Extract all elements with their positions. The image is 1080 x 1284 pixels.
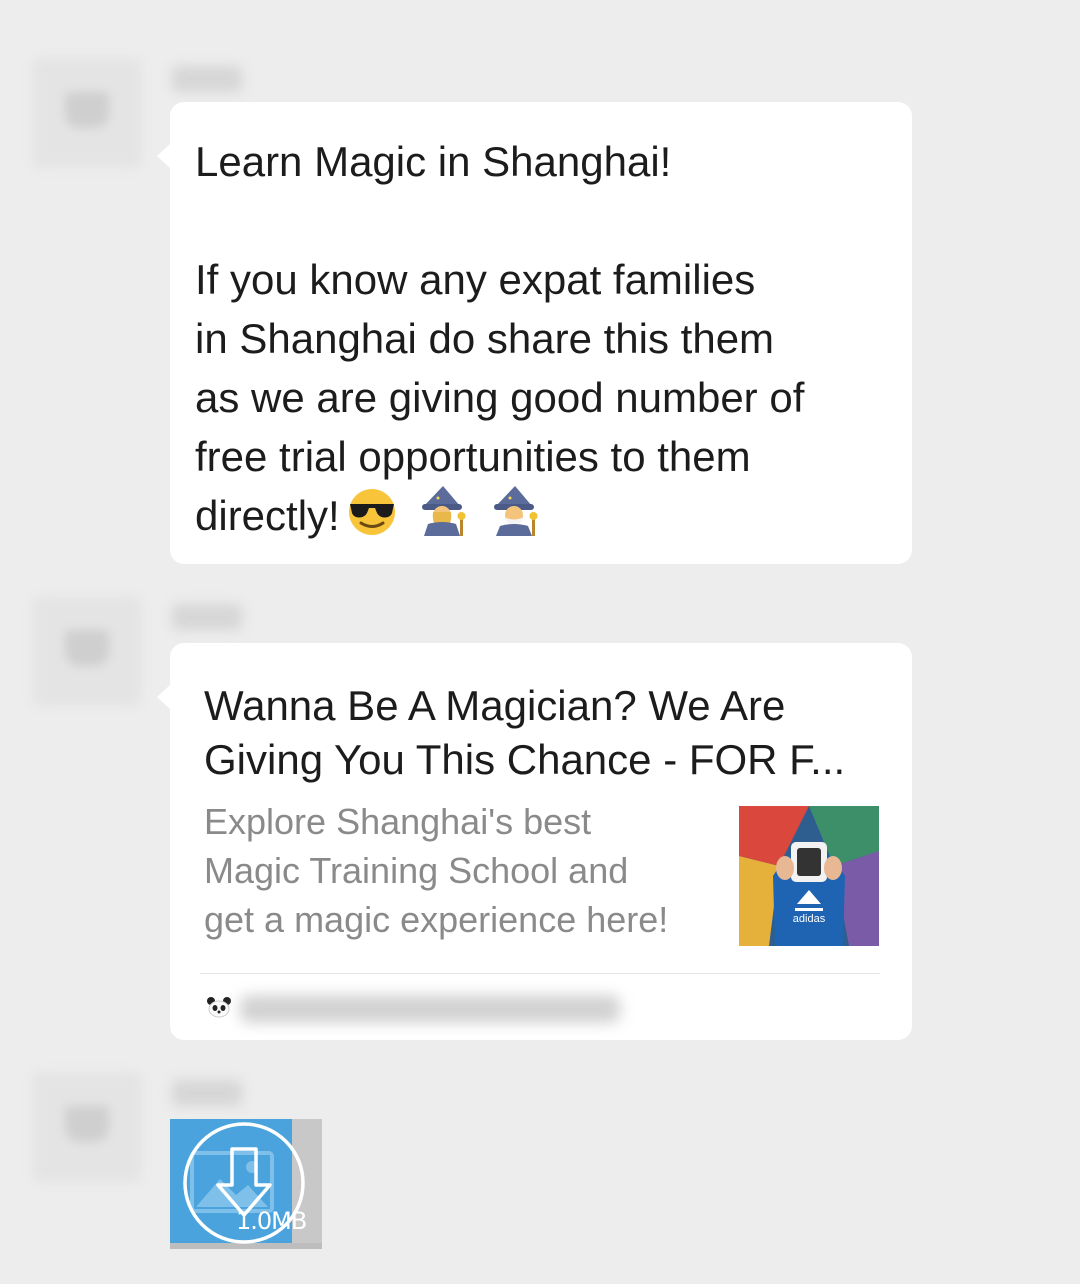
sunglasses-emoji-icon <box>344 486 400 551</box>
female-mage-emoji-icon <box>414 486 472 551</box>
image-message[interactable]: 1.0MB <box>170 1119 322 1249</box>
thumbnail-brand-text: adidas <box>793 913 826 925</box>
male-mage-emoji-icon <box>486 486 544 551</box>
sender-avatar[interactable] <box>32 58 142 168</box>
sender-avatar[interactable] <box>32 1072 142 1182</box>
link-title[interactable]: Wanna Be A Magician? We Are Giving You T… <box>204 679 884 787</box>
file-size-label: 1.0MB <box>236 1207 307 1235</box>
text-message-bubble[interactable]: Learn Magic in Shanghai! If you know any… <box>157 102 912 564</box>
panda-icon <box>206 996 232 1023</box>
message-text: Learn Magic in Shanghai! If you know any… <box>170 102 912 575</box>
sender-name <box>172 604 242 630</box>
link-source-name[interactable] <box>240 995 620 1023</box>
link-description: Explore Shanghai's best Magic Training S… <box>204 801 669 940</box>
link-divider <box>200 973 880 974</box>
link-thumbnail[interactable]: adidas <box>739 806 879 946</box>
sender-name <box>172 66 242 92</box>
sender-name <box>172 1080 242 1106</box>
sender-avatar[interactable] <box>32 596 142 706</box>
link-card-bubble[interactable]: Wanna Be A Magician? We Are Giving You T… <box>157 643 912 1040</box>
